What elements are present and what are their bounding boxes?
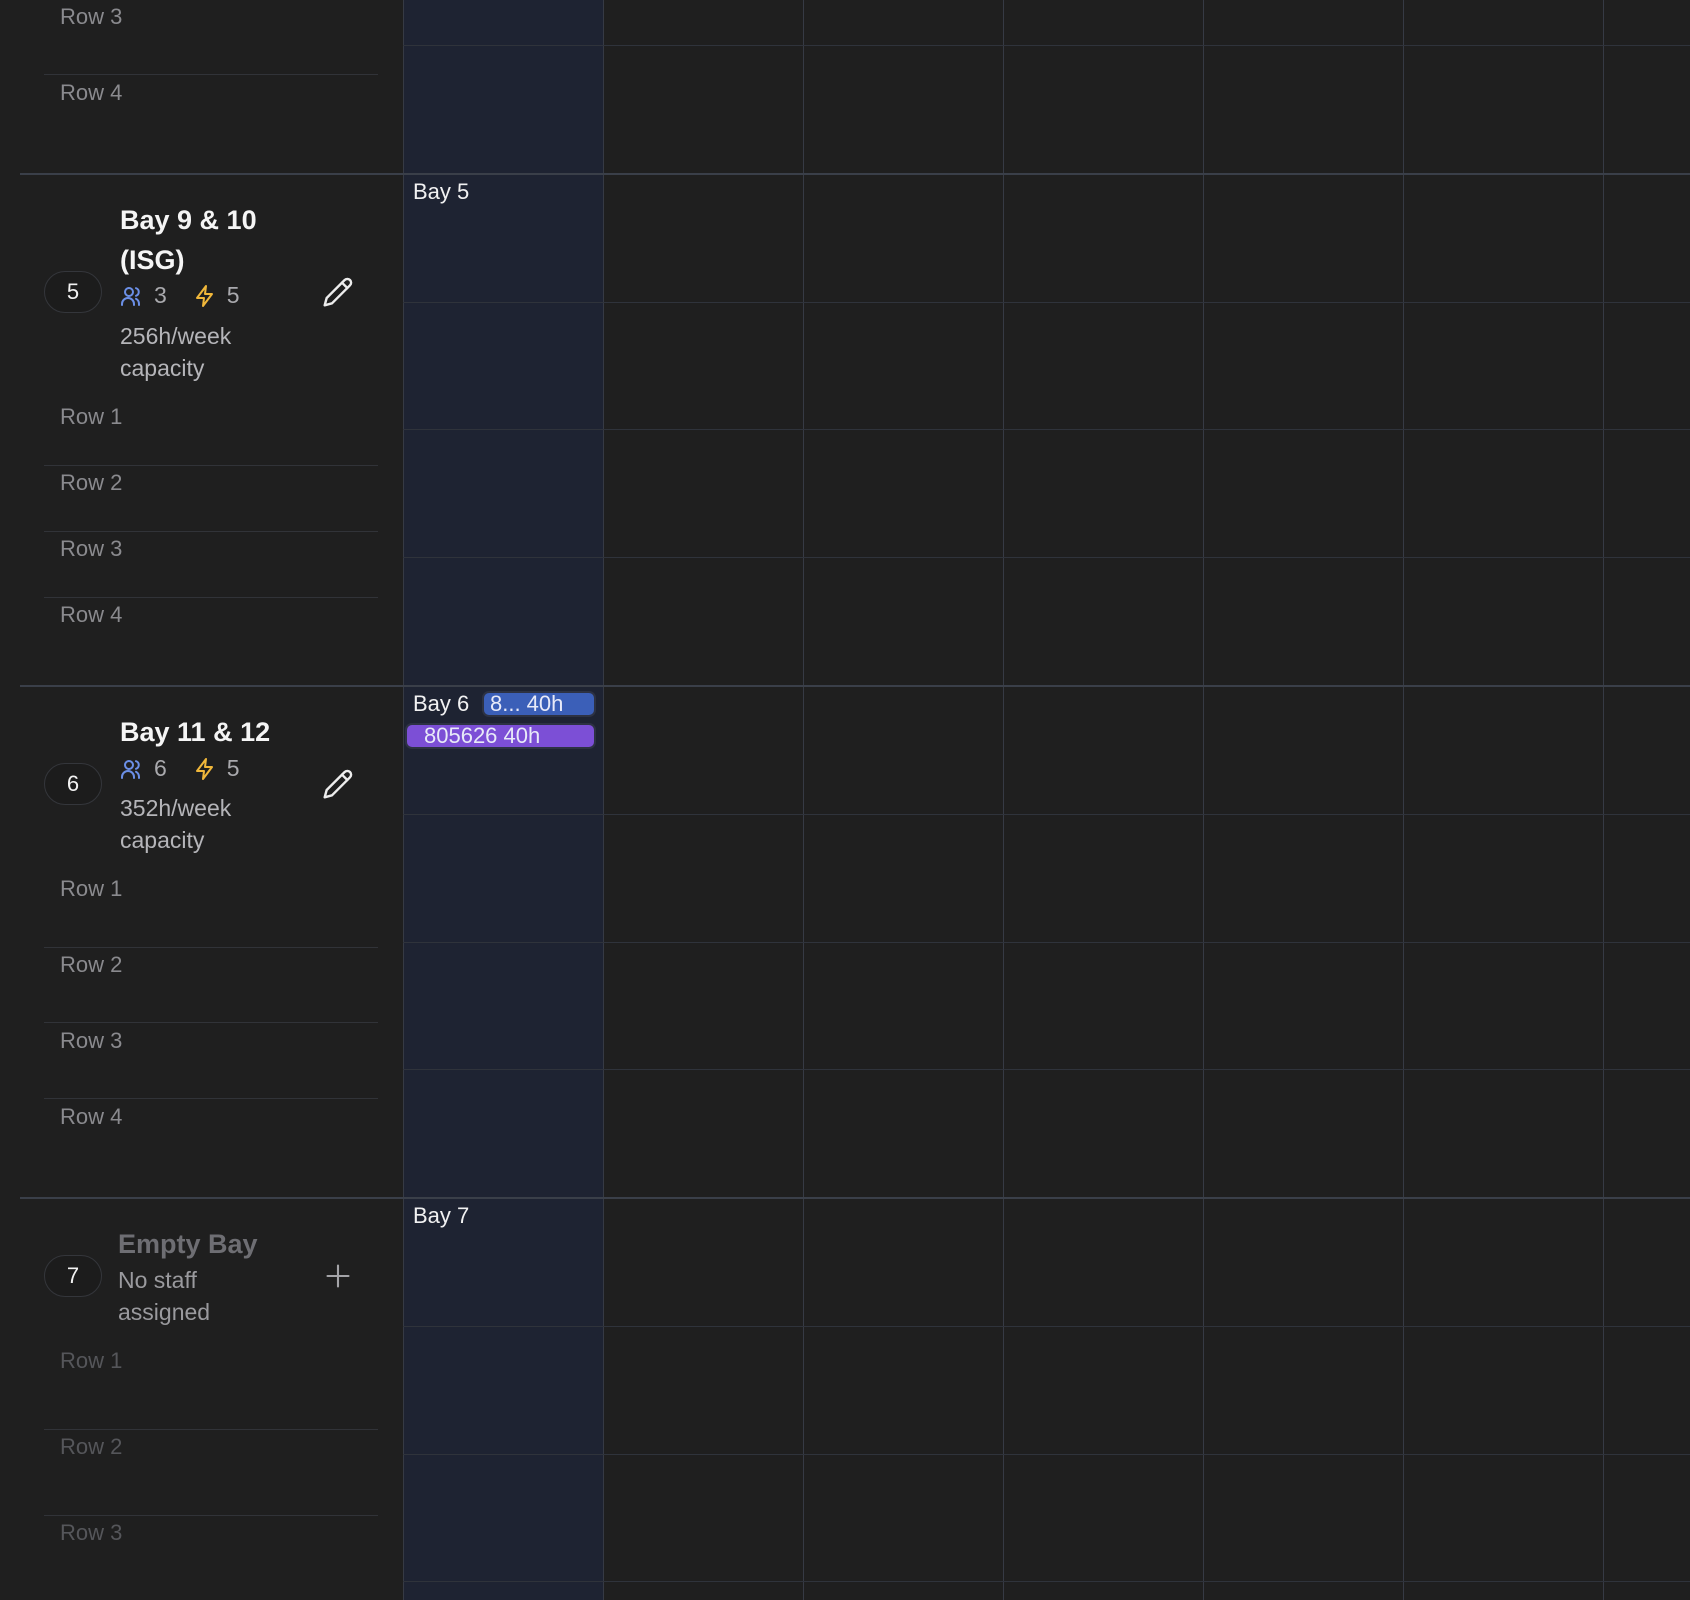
grid-column-line bbox=[603, 0, 604, 1600]
users-icon bbox=[121, 286, 141, 306]
bay-stats: 6 5 bbox=[120, 755, 266, 782]
staff-count: 3 bbox=[154, 282, 167, 308]
row-divider bbox=[44, 1515, 378, 1516]
grid-column-line bbox=[403, 0, 404, 1600]
row-label: Row 3 bbox=[60, 1520, 123, 1545]
users-icon bbox=[121, 759, 141, 779]
row-label: Row 2 bbox=[60, 1434, 123, 1459]
bay-number-badge: 5 bbox=[44, 271, 102, 313]
bay-divider bbox=[20, 1197, 1690, 1199]
row-label: Row 3 bbox=[60, 4, 123, 29]
edit-bay-button[interactable] bbox=[318, 764, 358, 804]
bay-capacity: 352h/week capacity bbox=[120, 792, 231, 856]
grid-row-line bbox=[403, 1454, 1690, 1455]
grid-row-line bbox=[403, 302, 1690, 303]
capacity-label: capacity bbox=[120, 355, 205, 381]
bay-title-line: Bay 11 & 12 bbox=[120, 717, 271, 747]
row-label: Row 4 bbox=[60, 80, 123, 105]
row-label: Row 1 bbox=[60, 1348, 123, 1373]
grid-column-line bbox=[1403, 0, 1404, 1600]
bay-title: Bay 9 & 10 (ISG) bbox=[120, 200, 257, 280]
job-bar[interactable]: 805626 40h bbox=[407, 725, 594, 747]
row-label: Row 1 bbox=[60, 876, 123, 901]
lightning-icon bbox=[195, 757, 213, 780]
bay-number-badge: 7 bbox=[44, 1255, 102, 1297]
row-divider bbox=[44, 1098, 378, 1099]
bay-title-line: Bay 9 & 10 bbox=[120, 205, 257, 235]
power-count: 5 bbox=[226, 282, 240, 308]
capacity-value: 256h/week bbox=[120, 323, 232, 349]
row-label: Row 4 bbox=[60, 602, 123, 627]
grid-column-line bbox=[1003, 0, 1004, 1600]
bay-title-line: Empty Bay bbox=[118, 1229, 258, 1259]
grid-column-line bbox=[1203, 0, 1204, 1600]
pencil-icon bbox=[323, 277, 353, 307]
row-label: Row 3 bbox=[60, 536, 123, 561]
pencil-icon bbox=[323, 769, 353, 799]
subtitle-line: assigned bbox=[118, 1299, 211, 1325]
grid-row-line bbox=[403, 942, 1690, 943]
grid-row-line bbox=[403, 814, 1690, 815]
job-bar[interactable]: 8... 40h bbox=[484, 693, 594, 715]
bay-capacity: 256h/week capacity bbox=[120, 320, 231, 384]
row-divider bbox=[44, 465, 378, 466]
grid-row-line bbox=[403, 429, 1690, 430]
add-staff-button[interactable] bbox=[318, 1256, 358, 1296]
lightning-icon bbox=[195, 284, 213, 307]
power-count: 5 bbox=[226, 755, 240, 781]
row-divider bbox=[44, 597, 378, 598]
row-divider bbox=[44, 1429, 378, 1430]
row-divider bbox=[44, 1022, 378, 1023]
grid-row-line bbox=[403, 1581, 1690, 1582]
bay-title-line: (ISG) bbox=[120, 245, 185, 275]
row-divider bbox=[44, 947, 378, 948]
grid-row-line bbox=[403, 1069, 1690, 1070]
row-label: Row 4 bbox=[60, 1104, 123, 1129]
row-divider bbox=[44, 531, 378, 532]
subtitle-line: No staff bbox=[118, 1267, 197, 1293]
bay-number-badge: 6 bbox=[44, 763, 102, 805]
current-week-column bbox=[403, 0, 603, 1600]
capacity-label: capacity bbox=[120, 827, 205, 853]
row-label: Row 2 bbox=[60, 952, 123, 977]
bay-divider bbox=[20, 173, 1690, 175]
bay-title: Empty Bay bbox=[118, 1224, 258, 1264]
bay-divider bbox=[20, 685, 1690, 687]
bay-subtitle: No staff assigned bbox=[118, 1264, 210, 1328]
bay-stats: 3 5 bbox=[120, 282, 266, 309]
grid-bay-label: Bay 7 bbox=[413, 1203, 470, 1228]
grid-row-line bbox=[403, 557, 1690, 558]
row-label: Row 3 bbox=[60, 1028, 123, 1053]
bay-title: Bay 11 & 12 bbox=[120, 712, 270, 752]
grid-bay-label: Bay 5 bbox=[413, 179, 470, 204]
row-divider bbox=[44, 74, 378, 75]
grid-column-line bbox=[1603, 0, 1604, 1600]
edit-bay-button[interactable] bbox=[318, 272, 358, 312]
capacity-value: 352h/week bbox=[120, 795, 232, 821]
plus-icon bbox=[326, 1264, 350, 1288]
grid-column-line bbox=[803, 0, 804, 1600]
grid-bay-label: Bay 6 bbox=[413, 691, 470, 716]
row-label: Row 1 bbox=[60, 404, 123, 429]
grid-row-line bbox=[403, 45, 1690, 46]
staff-count: 6 bbox=[154, 755, 167, 781]
grid-row-line bbox=[403, 1326, 1690, 1327]
row-label: Row 2 bbox=[60, 470, 123, 495]
